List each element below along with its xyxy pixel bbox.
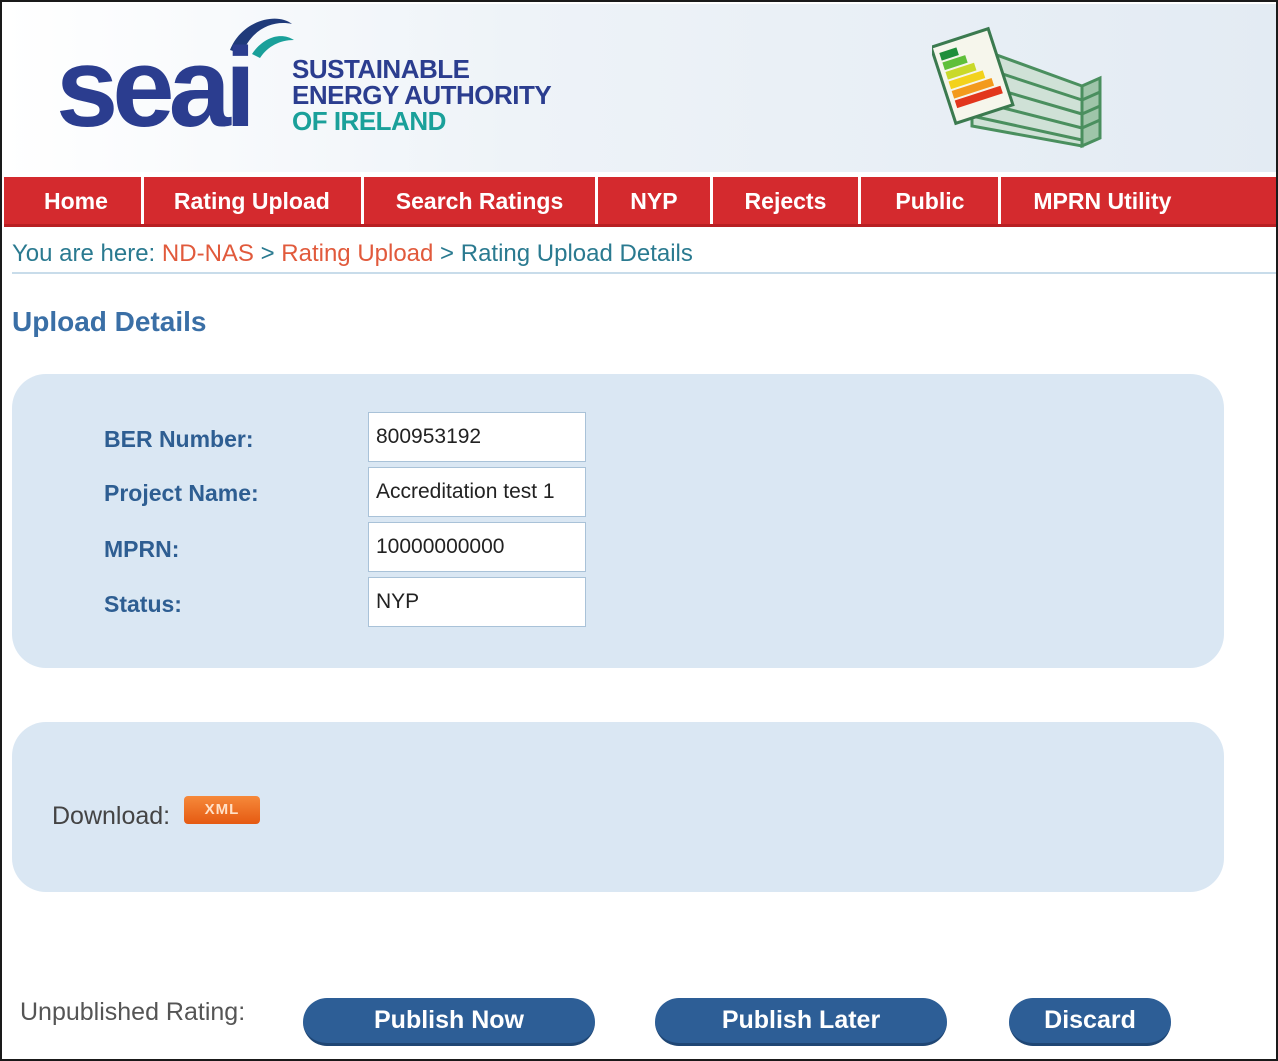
nav-item-nyp[interactable]: NYP xyxy=(595,177,713,224)
ber-number-label: BER Number: xyxy=(104,426,254,452)
breadcrumb-current: Rating Upload Details xyxy=(460,240,693,267)
site-header: seai SUSTAINABLE ENERGY AUTHORITY OF IRE… xyxy=(4,4,1276,172)
nav-item-rejects[interactable]: Rejects xyxy=(709,177,862,224)
energy-building-icon xyxy=(932,26,1102,149)
nav-item-home[interactable]: Home xyxy=(4,177,144,224)
publish-later-button[interactable]: Publish Later xyxy=(655,998,947,1046)
main-nav: Home Rating Upload Search Ratings NYP Re… xyxy=(4,177,1276,227)
xml-download-button[interactable]: XML xyxy=(184,796,260,824)
logo-tagline: SUSTAINABLE ENERGY AUTHORITY OF IRELAND xyxy=(292,54,552,136)
breadcrumb-prefix: You are here: xyxy=(12,240,162,267)
status-field[interactable] xyxy=(368,577,586,627)
project-name-label: Project Name: xyxy=(104,480,259,506)
nav-item-public[interactable]: Public xyxy=(858,177,1002,224)
page-title: Upload Details xyxy=(12,306,207,337)
logo-wordmark: seai xyxy=(56,25,256,150)
status-label: Status: xyxy=(104,591,182,617)
breadcrumb-separator: > xyxy=(253,240,282,267)
unpublished-rating-label: Unpublished Rating: xyxy=(20,998,246,1026)
nav-item-search-ratings[interactable]: Search Ratings xyxy=(360,177,599,224)
nav-item-rating-upload[interactable]: Rating Upload xyxy=(140,177,364,224)
publish-now-button[interactable]: Publish Now xyxy=(303,998,595,1046)
ber-number-field[interactable] xyxy=(368,412,586,462)
project-name-field[interactable] xyxy=(368,467,586,517)
breadcrumb-link-rating-upload[interactable]: Rating Upload xyxy=(281,240,433,267)
mprn-label: MPRN: xyxy=(104,536,180,562)
download-panel: Download: XML xyxy=(12,722,1224,892)
upload-details-panel: BER Number: Project Name: MPRN: Status: xyxy=(12,374,1224,668)
logo-line-3: OF IRELAND xyxy=(292,106,446,136)
logo-line-2: ENERGY AUTHORITY xyxy=(292,80,552,110)
breadcrumb-separator: > xyxy=(433,240,461,267)
breadcrumb: You are here: ND-NAS > Rating Upload > R… xyxy=(12,240,1276,274)
nav-item-mprn-utility[interactable]: MPRN Utility xyxy=(998,177,1191,224)
breadcrumb-link-nd-nas[interactable]: ND-NAS xyxy=(162,240,254,267)
download-label: Download: xyxy=(52,802,171,830)
page-frame: seai SUSTAINABLE ENERGY AUTHORITY OF IRE… xyxy=(0,0,1278,1061)
logo-line-1: SUSTAINABLE xyxy=(292,54,470,84)
seai-logo[interactable]: seai SUSTAINABLE ENERGY AUTHORITY OF IRE… xyxy=(56,10,556,160)
discard-button[interactable]: Discard xyxy=(1009,998,1171,1046)
mprn-field[interactable] xyxy=(368,522,586,572)
